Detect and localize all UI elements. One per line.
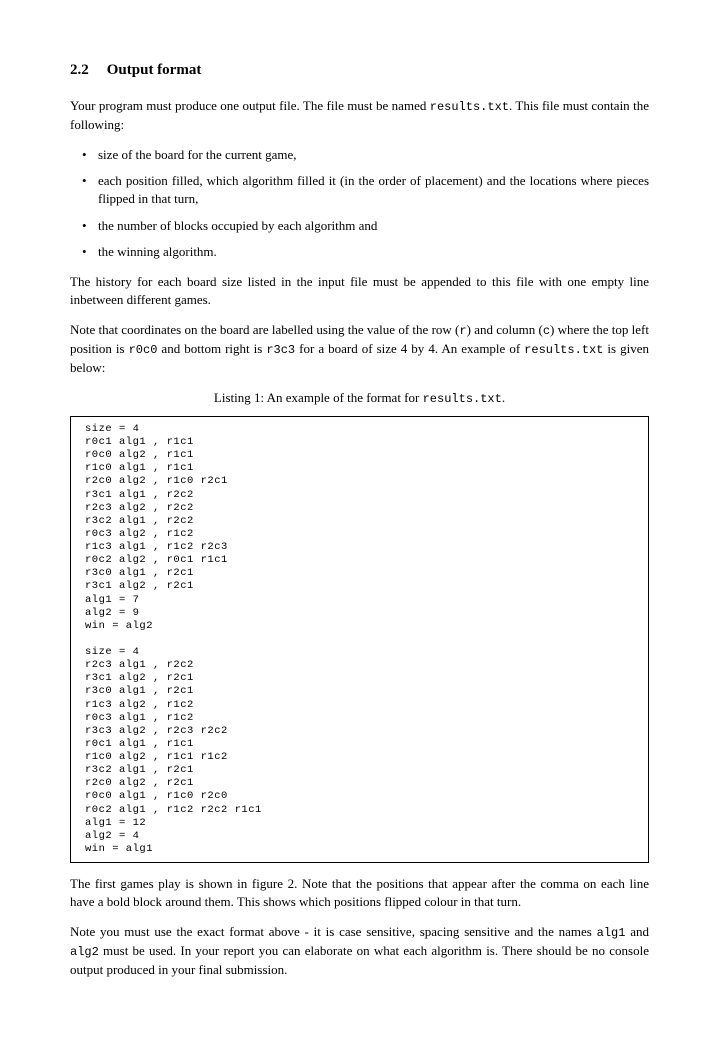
filename-code: results.txt bbox=[430, 100, 509, 114]
para5-c: must be used. In your report you can ela… bbox=[70, 943, 649, 977]
row-code: r bbox=[459, 324, 466, 338]
bottomright-code: r3c3 bbox=[266, 343, 295, 357]
para5-b: and bbox=[625, 924, 649, 939]
para3-a: Note that coordinates on the board are l… bbox=[70, 322, 459, 337]
list-item: the winning algorithm. bbox=[70, 243, 649, 261]
caption-b: . bbox=[502, 390, 505, 405]
para3-e: for a board of size 4 by 4. An example o… bbox=[295, 341, 524, 356]
figure-note-paragraph: The first games play is shown in figure … bbox=[70, 875, 649, 911]
col-code: c bbox=[543, 324, 550, 338]
caption-a: Listing 1: An example of the format for bbox=[214, 390, 423, 405]
section-heading: 2.2 Output format bbox=[70, 60, 649, 81]
para3-b: ) and column ( bbox=[467, 322, 543, 337]
coordinates-paragraph: Note that coordinates on the board are l… bbox=[70, 321, 649, 377]
intro-paragraph: Your program must produce one output fil… bbox=[70, 97, 649, 134]
list-item: each position filled, which algorithm fi… bbox=[70, 172, 649, 208]
list-item: size of the board for the current game, bbox=[70, 146, 649, 164]
section-title: Output format bbox=[107, 62, 202, 78]
topleft-code: r0c0 bbox=[129, 343, 158, 357]
alg1-code: alg1 bbox=[597, 926, 626, 940]
list-item: the number of blocks occupied by each al… bbox=[70, 217, 649, 235]
format-note-paragraph: Note you must use the exact format above… bbox=[70, 923, 649, 979]
listing-caption: Listing 1: An example of the format for … bbox=[70, 389, 649, 408]
alg2-code: alg2 bbox=[70, 945, 99, 959]
history-paragraph: The history for each board size listed i… bbox=[70, 273, 649, 309]
listing-box: size = 4 r0c1 alg1 , r1c1 r0c0 alg2 , r1… bbox=[70, 416, 649, 863]
para3-d: and bottom right is bbox=[157, 341, 266, 356]
para1-a: Your program must produce one output fil… bbox=[70, 98, 430, 113]
results-code: results.txt bbox=[524, 343, 603, 357]
section-number: 2.2 bbox=[70, 62, 89, 78]
requirements-list: size of the board for the current game, … bbox=[70, 146, 649, 261]
para5-a: Note you must use the exact format above… bbox=[70, 924, 597, 939]
caption-code: results.txt bbox=[423, 392, 502, 406]
